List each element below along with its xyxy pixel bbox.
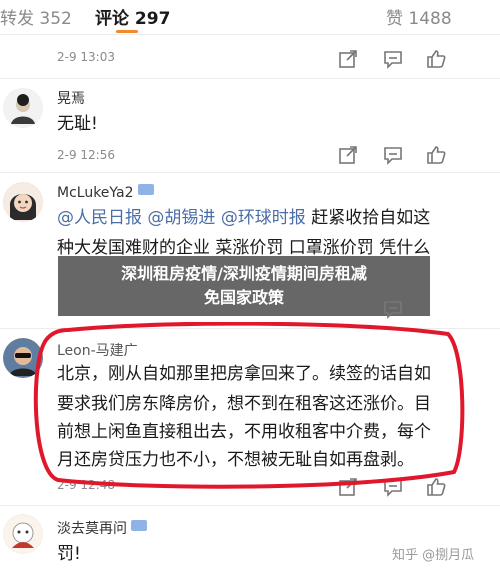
comment-time: 2-9 13:03 [57, 50, 115, 64]
avatar[interactable] [3, 514, 43, 554]
tab-like[interactable]: 赞 1488 [386, 4, 452, 29]
title-banner: 深圳租房疫情/深圳疫情期间房租减 免国家政策 [58, 256, 430, 316]
banner-title-line: 免国家政策 [203, 288, 284, 307]
mention-link[interactable]: @胡锡进 [147, 208, 215, 228]
banner-title-line: 深圳租房疫情/深圳疫情期间房租减 [121, 264, 367, 283]
mention-link[interactable]: @人民日报 [57, 208, 142, 228]
mention-link[interactable]: @环球时报 [221, 208, 306, 228]
divider [0, 78, 500, 79]
comment-actions [337, 144, 447, 166]
reply-icon[interactable] [382, 298, 404, 320]
tab-repost[interactable]: 转发 352 [0, 4, 72, 29]
comment-username[interactable]: McLukeYa2 [57, 184, 154, 201]
tab-comment[interactable]: 评论 297 [95, 4, 170, 29]
comment-actions [337, 48, 447, 70]
reply-icon[interactable] [382, 144, 404, 166]
divider [0, 34, 500, 35]
like-icon[interactable] [425, 48, 447, 70]
comment-tabs: 转发 352 评论 297 赞 1488 [0, 0, 500, 33]
share-icon[interactable] [337, 144, 359, 166]
highlight-circle [33, 322, 465, 489]
divider [0, 172, 500, 173]
comment-text-line: 赶紧收拾自如这 [311, 208, 431, 228]
active-tab-indicator [116, 30, 138, 33]
avatar[interactable] [3, 88, 43, 128]
verified-badge-icon [137, 184, 154, 195]
reply-icon[interactable] [382, 48, 404, 70]
verified-badge-icon [131, 520, 147, 531]
comment-username[interactable]: 晃焉 [57, 88, 85, 108]
comment-username[interactable]: 淡去莫再问 [57, 518, 147, 538]
comment-time: 2-9 12:56 [57, 148, 115, 162]
like-icon[interactable] [425, 144, 447, 166]
comment-text: 罚! [57, 544, 81, 564]
comment-text: 无耻! [57, 114, 98, 134]
comment-text: @人民日报 @胡锡进 @环球时报 赶紧收拾自如这 [57, 204, 497, 233]
divider [0, 505, 500, 506]
avatar[interactable] [3, 182, 43, 222]
watermark: 知乎 @捌月瓜 [392, 548, 475, 563]
share-icon[interactable] [337, 48, 359, 70]
